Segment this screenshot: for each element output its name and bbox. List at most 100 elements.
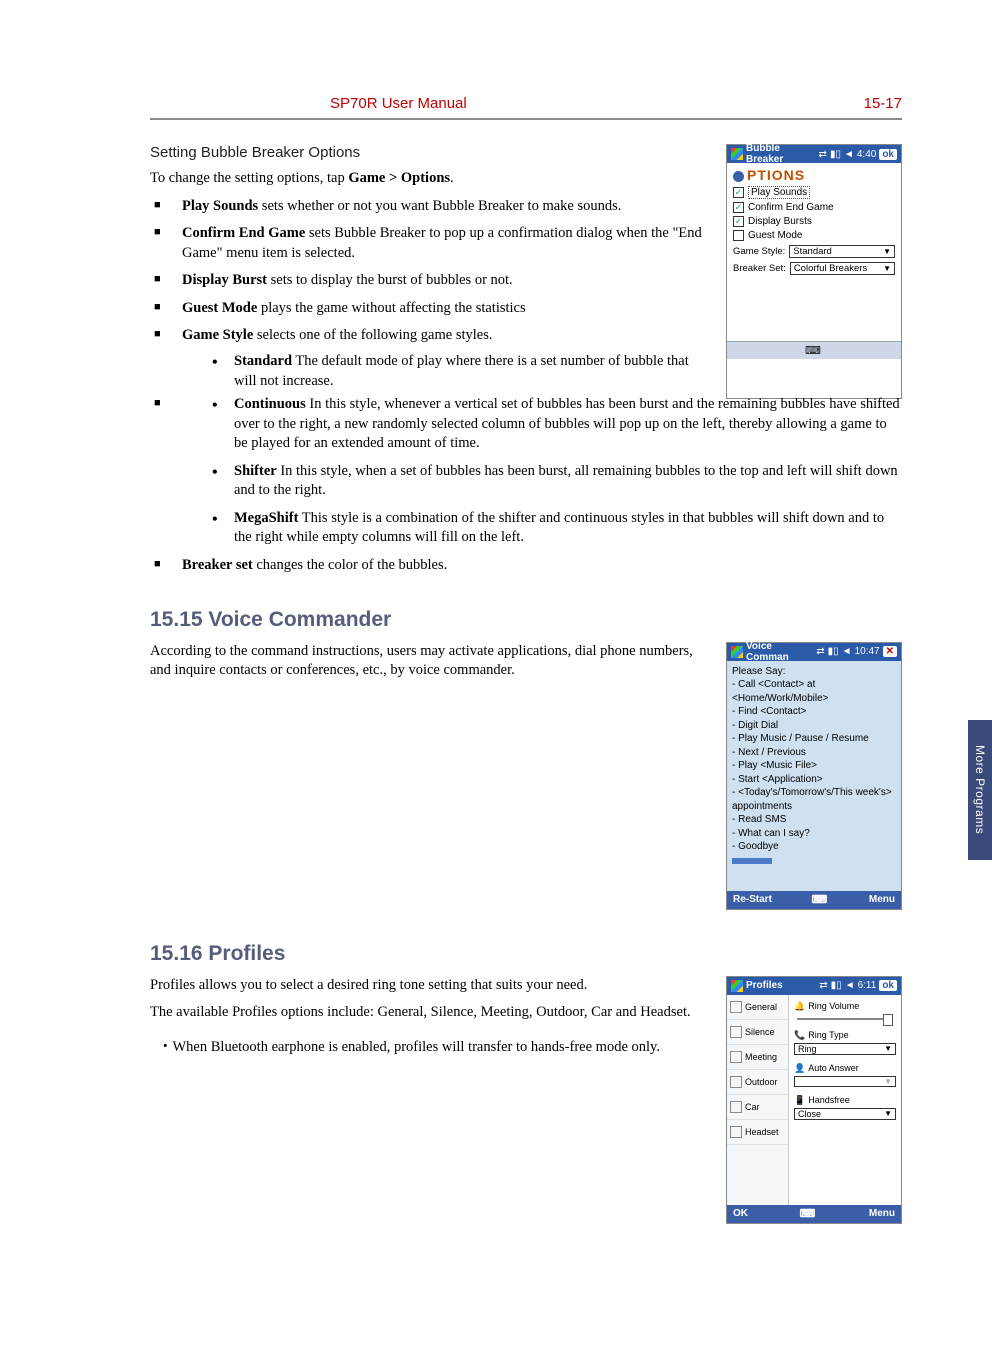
ring-volume-slider[interactable] [797,1018,893,1020]
chk-play-sounds[interactable]: ✓Play Sounds [733,186,895,199]
ring-type-label: 📞Ring Type [794,1030,896,1041]
r2-value: Ring [798,1044,817,1054]
profile-headset[interactable]: Headset [727,1120,788,1145]
screenshot-voice-commander: Voice Comman ⇄ ▮▯ ◄ 10:47 ✕ Please Say: … [726,642,902,910]
vc-line: - What can I say? [732,827,896,841]
shot3-body: General Silence Meeting Outdoor Car Head… [727,995,901,1205]
handsfree-label: 📱Handsfree [794,1095,896,1106]
chevron-down-icon: ▼ [884,1044,892,1053]
intro-bold: Game > Options [348,170,450,186]
game-style-label: Game Style: [733,246,785,257]
chk-display-label: Display Bursts [748,216,812,227]
style-b: Game Style [182,327,253,343]
row-breaker-set: Breaker Set: Colorful Breakers ▼ [733,262,895,275]
shift-t: In this style, when a set of bubbles has… [234,463,898,499]
profile-outdoor[interactable]: Outdoor [727,1070,788,1095]
chevron-down-icon: ▼ [883,264,891,273]
page-header: SP70R User Manual 15-17 [150,95,902,120]
game-style-sublist-a: Standard The default mode of play where … [182,352,708,391]
ok-soft-button[interactable]: OK [733,1208,748,1219]
vc-line: - Play <Music File> [732,759,896,773]
windows-flag-icon [731,148,743,160]
shot2-bottom-bar: Re-Start ⌨ Menu [727,891,901,909]
r3-text: Auto Answer [808,1063,859,1073]
intro-para: To change the setting options, tap Game … [150,169,708,189]
mega-t: This style is a combination of the shift… [234,510,884,546]
pf-label: Outdoor [745,1077,778,1087]
shot1-bottom-bar: ⌨ [727,341,901,359]
breaker-b: Breaker set [182,557,253,573]
side-tab-more-programs: More Programs [968,720,992,860]
keyboard-icon[interactable]: ⌨ [805,344,823,357]
shot1-ok-button[interactable]: ok [879,149,897,160]
profile-general[interactable]: General [727,995,788,1020]
auto-answer-select[interactable]: ▼ [794,1076,896,1087]
heading-profiles: 15.16 Profiles [150,942,902,966]
ring-volume-label: 🔔Ring Volume [794,1001,896,1012]
section-title-bubble: Setting Bubble Breaker Options [150,144,708,161]
voice-commander-para: According to the command instructions, u… [150,642,708,681]
profile-silence[interactable]: Silence [727,1020,788,1045]
vc-line: - Read SMS [732,813,896,827]
shot1-time: 4:40 [857,149,876,160]
progress-bar [732,858,772,864]
game-style-select[interactable]: Standard▼ [789,245,895,258]
chk-confirm-label: Confirm End Game [748,202,834,213]
shot3-ok-button[interactable]: ok [879,980,897,991]
sub-continuous: Continuous In this style, whenever a ver… [208,395,902,454]
breaker-set-label: Breaker Set: [733,263,786,274]
restart-button[interactable]: Re-Start [733,894,772,905]
shot2-titlebar: Voice Comman ⇄ ▮▯ ◄ 10:47 ✕ [727,643,901,661]
keyboard-icon[interactable]: ⌨ [811,893,829,906]
game-style-value: Standard [793,246,832,257]
shot1-titlebar: Bubble Breaker ⇄ ▮▯ ◄ 4:40 ok [727,145,901,163]
display-b: Display Burst [182,272,267,288]
checkbox-icon: ✓ [733,202,744,213]
menu-soft-button[interactable]: Menu [869,1208,895,1219]
confirm-b: Confirm End Game [182,225,305,241]
handsfree-select[interactable]: Close▼ [794,1108,896,1120]
keyboard-icon[interactable]: ⌨ [800,1207,818,1220]
shot2-title: Voice Comman [746,641,813,663]
chk-display-bursts[interactable]: ✓Display Bursts [733,216,895,227]
chevron-down-icon: ▼ [884,1077,892,1086]
person-icon: 👤 [794,1063,805,1074]
r2-text: Ring Type [808,1030,848,1040]
profile-icon [730,1101,742,1113]
profiles-p1: Profiles allows you to select a desired … [150,976,708,996]
pf-label: Silence [745,1027,775,1037]
std-t: The default mode of play where there is … [234,353,689,389]
profile-icon [730,1126,742,1138]
vc-line: <Home/Work/Mobile> [732,692,896,706]
chk-guest-mode[interactable]: Guest Mode [733,230,895,241]
profiles-settings: 🔔Ring Volume 📞Ring Type Ring ▼ 👤Auto Answ… [789,995,901,1205]
menu-button[interactable]: Menu [869,894,895,905]
profile-car[interactable]: Car [727,1095,788,1120]
page: SP70R User Manual 15-17 Setting Bubble B… [0,0,992,1284]
signal-icon: ▮▯ [828,646,839,657]
r4-text: Handsfree [808,1095,850,1105]
shot3-titlebar: Profiles ⇄ ▮▯ ◄ 6:11 ok [727,977,901,995]
mega-b: MegaShift [234,510,298,526]
profiles-p2: The available Profiles options include: … [150,1003,708,1023]
ball-icon [733,171,744,182]
sync-icon: ⇄ [819,980,827,991]
profiles-sidebar: General Silence Meeting Outdoor Car Head… [727,995,789,1205]
windows-flag-icon [731,980,743,992]
chk-confirm-end[interactable]: ✓ Confirm End Game [733,202,895,213]
shot2-close-button[interactable]: ✕ [883,646,897,657]
breaker-set-select[interactable]: Colorful Breakers ▼ [790,262,895,275]
profiles-block: Profiles allows you to select a desired … [150,976,902,1224]
profile-meeting[interactable]: Meeting [727,1045,788,1070]
bubble-breaker-text: Setting Bubble Breaker Options To change… [150,144,708,399]
speaker-icon: ◄ [842,646,852,657]
bell-icon: 🔔 [794,1001,805,1012]
guest-b: Guest Mode [182,300,257,316]
breaker-set-value: Colorful Breakers [794,263,867,274]
shot3-bottom-bar: OK ⌨ Menu [727,1205,901,1223]
item-play-sounds: Play Sounds sets whether or not you want… [150,197,708,217]
option-list-lower: Continuous In this style, whenever a ver… [150,395,902,576]
header-page-number: 15-17 [864,95,902,112]
ring-type-select[interactable]: Ring ▼ [794,1043,896,1055]
play-sounds-b: Play Sounds [182,198,258,214]
